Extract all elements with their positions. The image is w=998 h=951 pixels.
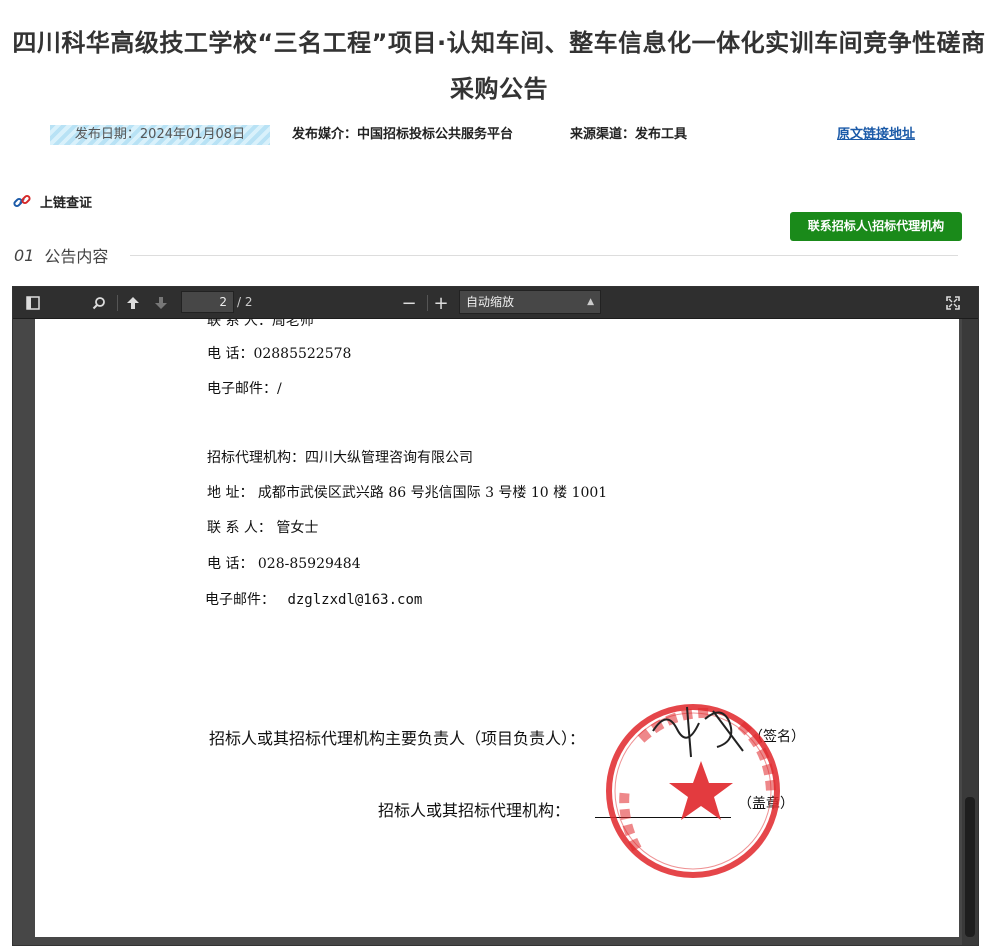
title-line-1: 四川科华高级技工学校“三名工程”项目·认知车间、整车信息化一体化实训车间竞争性磋… xyxy=(12,29,986,57)
toolbar-separator xyxy=(427,295,428,311)
page-count: / 2 xyxy=(237,295,253,309)
pdf-scrollbar[interactable] xyxy=(962,319,978,945)
meta-bar: 发布日期：2024年01月08日 发布媒介：中国招标投标公共服务平台 来源渠道：… xyxy=(0,125,998,145)
section-divider xyxy=(130,254,958,256)
doc-email-value: dzglzxdl@163.com xyxy=(287,592,423,608)
arrow-down-icon xyxy=(155,297,167,309)
sidebar-toggle-button[interactable] xyxy=(21,287,45,319)
pdf-viewer: / 2 − + 自动缩放 ▲ 联 系 人：周老师 电 话：02885522578… xyxy=(12,286,979,946)
announcement-title: 四川科华高级技工学校“三名工程”项目·认知车间、整车信息化一体化实训车间竞争性磋… xyxy=(0,20,998,112)
chain-verify-link[interactable]: 上链查证 xyxy=(12,191,92,211)
zoom-select[interactable]: 自动缩放 ▲ xyxy=(459,290,601,314)
fullscreen-icon xyxy=(946,296,960,310)
arrow-up-icon xyxy=(127,297,139,309)
select-arrows-icon: ▲ xyxy=(587,297,594,307)
title-line-2: 采购公告 xyxy=(450,75,548,103)
zoom-in-button[interactable]: + xyxy=(429,287,453,319)
doc-agency-address: 地 址： 成都市武侯区武兴路 86 号兆信国际 3 号楼 10 楼 1001 xyxy=(207,485,608,501)
pdf-toolbar: / 2 − + 自动缩放 ▲ xyxy=(13,287,978,319)
zoom-select-value: 自动缩放 xyxy=(466,295,515,309)
previous-page-button[interactable] xyxy=(121,287,145,319)
zoom-out-button[interactable]: − xyxy=(397,287,421,319)
search-icon xyxy=(92,297,105,310)
fullscreen-button[interactable] xyxy=(941,287,965,319)
original-link[interactable]: 原文链接地址 xyxy=(837,125,915,145)
page-number-input[interactable] xyxy=(181,291,234,313)
section-label: 公告内容 xyxy=(44,247,109,266)
doc-email-label: 电子邮件： xyxy=(205,592,275,608)
contact-agency-button[interactable]: 联系招标人\招标代理机构 xyxy=(790,212,962,241)
section-header: 01 公告内容 xyxy=(14,243,958,267)
next-page-button[interactable] xyxy=(149,287,173,319)
doc-sign-line-2: 招标人或其招标代理机构： xyxy=(378,801,571,820)
pdf-page: 联 系 人：周老师 电 话：02885522578 电子邮件：/ 招标代理机构：… xyxy=(35,319,959,937)
minus-icon: − xyxy=(401,292,417,314)
publish-media: 发布媒介：中国招标投标公共服务平台 xyxy=(292,127,514,142)
doc-agency-email: 电子邮件： dzglzxdl@163.com xyxy=(205,589,422,609)
handwritten-signature xyxy=(652,706,744,758)
doc-tender-phone: 电 话：02885522578 xyxy=(207,346,352,362)
publish-date: 发布日期：2024年01月08日 xyxy=(50,125,270,145)
section-number: 01 xyxy=(14,245,35,265)
doc-tender-email: 电子邮件：/ xyxy=(207,381,282,397)
search-button[interactable] xyxy=(87,287,111,319)
doc-agency-phone: 电 话： 028-85929484 xyxy=(207,556,361,572)
doc-cut-line: 联 系 人：周老师 xyxy=(207,319,314,329)
doc-sign-line-1: 招标人或其招标代理机构主要负责人（项目负责人）： xyxy=(209,729,586,748)
toolbar-separator xyxy=(117,295,118,311)
chain-verify-label: 上链查证 xyxy=(40,195,93,211)
chain-link-icon xyxy=(13,194,31,208)
plus-icon: + xyxy=(433,292,449,314)
source-channel: 来源渠道：发布工具 xyxy=(570,127,688,142)
scrollbar-thumb[interactable] xyxy=(965,797,975,937)
doc-agency-name: 招标代理机构：四川大纵管理咨询有限公司 xyxy=(207,450,473,466)
sidebar-toggle-icon xyxy=(26,296,40,310)
doc-agency-contact: 联 系 人： 管女士 xyxy=(207,520,319,536)
